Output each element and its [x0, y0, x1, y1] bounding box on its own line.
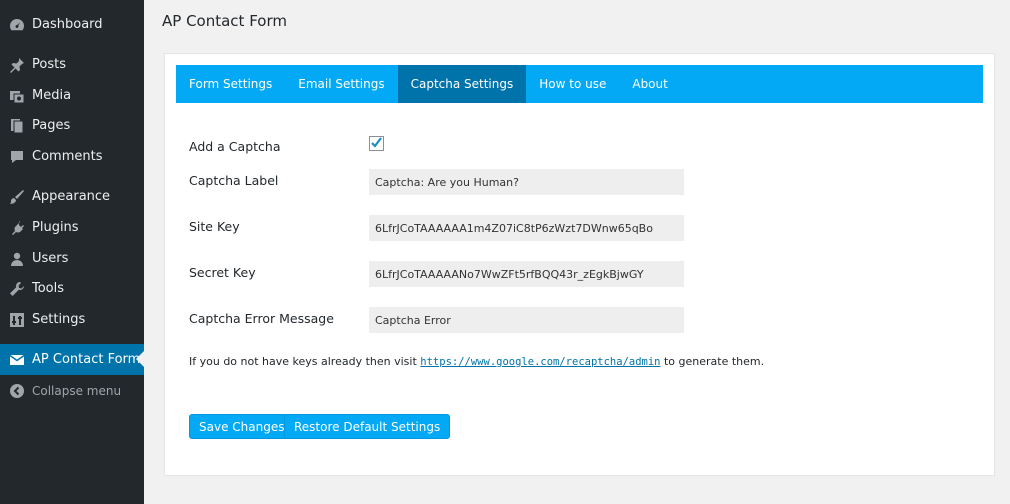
captcha-error-message-input[interactable] — [369, 307, 684, 333]
sidebar-item-label: AP Contact Form — [32, 352, 141, 367]
sidebar-item-posts[interactable]: Posts — [0, 49, 144, 80]
save-changes-button[interactable]: Save Changes — [189, 414, 295, 439]
recaptcha-admin-link[interactable]: https://www.google.com/recaptcha/admin — [420, 356, 660, 368]
sidebar-item-label: Appearance — [32, 189, 111, 204]
user-icon — [8, 250, 26, 268]
add-captcha-checkbox[interactable] — [369, 136, 384, 151]
sidebar-item-ap-contact-form[interactable]: AP Contact Form — [0, 344, 144, 375]
sidebar-item-users[interactable]: Users — [0, 243, 144, 274]
page-title: AP Contact Form — [162, 12, 287, 30]
tab-form-settings[interactable]: Form Settings — [176, 65, 285, 103]
captcha-label-input[interactable] — [369, 169, 684, 195]
sidebar-item-plugins[interactable]: Plugins — [0, 212, 144, 243]
wrench-icon — [8, 280, 26, 298]
site-key-input[interactable] — [369, 215, 684, 241]
admin-sidebar: Dashboard Posts Media Pages Comments App… — [0, 0, 144, 504]
sidebar-item-label: Settings — [32, 312, 86, 327]
settings-tabs: Form Settings Email Settings Captcha Set… — [176, 65, 983, 103]
settings-icon — [8, 311, 26, 329]
collapse-menu-label: Collapse menu — [32, 383, 122, 398]
tab-captcha-settings[interactable]: Captcha Settings — [397, 65, 527, 103]
dashboard-icon — [8, 16, 26, 34]
comment-icon — [8, 148, 26, 166]
secret-key-label: Secret Key — [189, 265, 256, 280]
envelope-icon — [8, 351, 26, 369]
sidebar-item-appearance[interactable]: Appearance — [0, 181, 144, 212]
sidebar-item-settings[interactable]: Settings — [0, 304, 144, 335]
add-captcha-label: Add a Captcha — [189, 139, 281, 154]
sidebar-item-label: Pages — [32, 118, 71, 133]
sidebar-item-label: Dashboard — [32, 17, 103, 32]
sidebar-item-media[interactable]: Media — [0, 80, 144, 111]
tab-about[interactable]: About — [619, 65, 680, 103]
secret-key-input[interactable] — [369, 261, 684, 287]
sidebar-item-label: Media — [32, 88, 72, 103]
captcha-label-label: Captcha Label — [189, 173, 279, 188]
tab-how-to-use[interactable]: How to use — [526, 65, 619, 103]
sidebar-item-label: Users — [32, 251, 69, 266]
sidebar-item-pages[interactable]: Pages — [0, 110, 144, 141]
brush-icon — [8, 188, 26, 206]
plugin-icon — [8, 219, 26, 237]
sidebar-item-label: Posts — [32, 57, 66, 72]
site-key-label: Site Key — [189, 219, 240, 234]
captcha-error-message-label: Captcha Error Message — [189, 311, 334, 326]
collapse-menu-button[interactable]: Collapse menu — [0, 375, 144, 406]
restore-default-settings-button[interactable]: Restore Default Settings — [284, 414, 451, 439]
helper-text: If you do not have keys already then vis… — [189, 355, 764, 368]
sidebar-item-label: Comments — [32, 149, 103, 164]
collapse-arrow-icon — [8, 382, 26, 400]
pin-icon — [8, 56, 26, 74]
tab-email-settings[interactable]: Email Settings — [285, 65, 397, 103]
helper-suffix: to generate them. — [660, 355, 765, 368]
pages-icon — [8, 117, 26, 135]
sidebar-item-dashboard[interactable]: Dashboard — [0, 9, 144, 40]
sidebar-item-label: Plugins — [32, 220, 79, 235]
sidebar-item-tools[interactable]: Tools — [0, 273, 144, 304]
helper-prefix: If you do not have keys already then vis… — [189, 355, 421, 368]
checkmark-icon — [370, 134, 383, 153]
sidebar-item-comments[interactable]: Comments — [0, 141, 144, 172]
sidebar-item-label: Tools — [32, 281, 65, 296]
media-icon — [8, 87, 26, 105]
